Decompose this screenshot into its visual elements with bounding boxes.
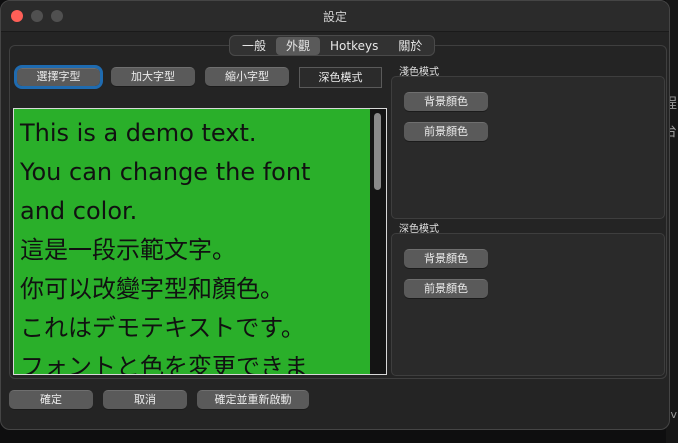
preview-line: This is a demo text. — [20, 119, 257, 147]
tab-appearance[interactable]: 外觀 — [276, 36, 321, 55]
font-preview-area[interactable]: This is a demo text. You can change the … — [13, 108, 387, 375]
tab-about[interactable]: 關於 — [388, 37, 432, 55]
preview-line: and color. — [20, 197, 138, 225]
window-title: 設定 — [322, 10, 347, 24]
select-font-button[interactable]: 選擇字型 — [14, 65, 103, 89]
title-bar: 設定 — [1, 1, 669, 32]
preview-line: You can change the font — [20, 158, 311, 186]
preview-line: フォントと色を変更できま — [20, 353, 308, 375]
background-text-3: v — [670, 408, 677, 421]
settings-window: 設定 一般 外觀 Hotkeys 關於 選擇字型 加大字型 縮小字型 深色模式 … — [0, 0, 670, 430]
tab-hotkeys[interactable]: Hotkeys — [320, 37, 388, 55]
dark-foreground-color-button[interactable]: 前景顏色 — [404, 279, 488, 298]
dark-mode-group: 背景顏色 前景顏色 — [391, 233, 665, 376]
light-background-color-button[interactable]: 背景顏色 — [404, 92, 488, 111]
preview-line: これはデモテキストです。 — [20, 314, 305, 342]
preview-text: This is a demo text. You can change the … — [20, 114, 372, 375]
increase-font-button[interactable]: 加大字型 — [111, 67, 195, 86]
dark-background-color-button[interactable]: 背景顏色 — [404, 249, 488, 268]
tab-bar: 一般 外觀 Hotkeys 關於 — [229, 35, 436, 56]
preview-scrollbar[interactable] — [370, 109, 386, 374]
cancel-button[interactable]: 取消 — [103, 390, 187, 409]
preview-scrollbar-thumb[interactable] — [374, 113, 381, 190]
preview-line: 這是一段示範文字。 — [20, 236, 236, 264]
tab-general[interactable]: 一般 — [232, 37, 276, 55]
ok-and-restart-button[interactable]: 確定並重新啟動 — [197, 390, 309, 409]
dark-mode-toggle[interactable]: 深色模式 — [299, 67, 382, 88]
decrease-font-button[interactable]: 縮小字型 — [205, 67, 289, 86]
preview-line: 你可以改變字型和顏色。 — [20, 275, 284, 303]
ok-button[interactable]: 確定 — [9, 390, 93, 409]
light-mode-group: 背景顏色 前景顏色 — [391, 76, 665, 219]
light-foreground-color-button[interactable]: 前景顏色 — [404, 122, 488, 141]
